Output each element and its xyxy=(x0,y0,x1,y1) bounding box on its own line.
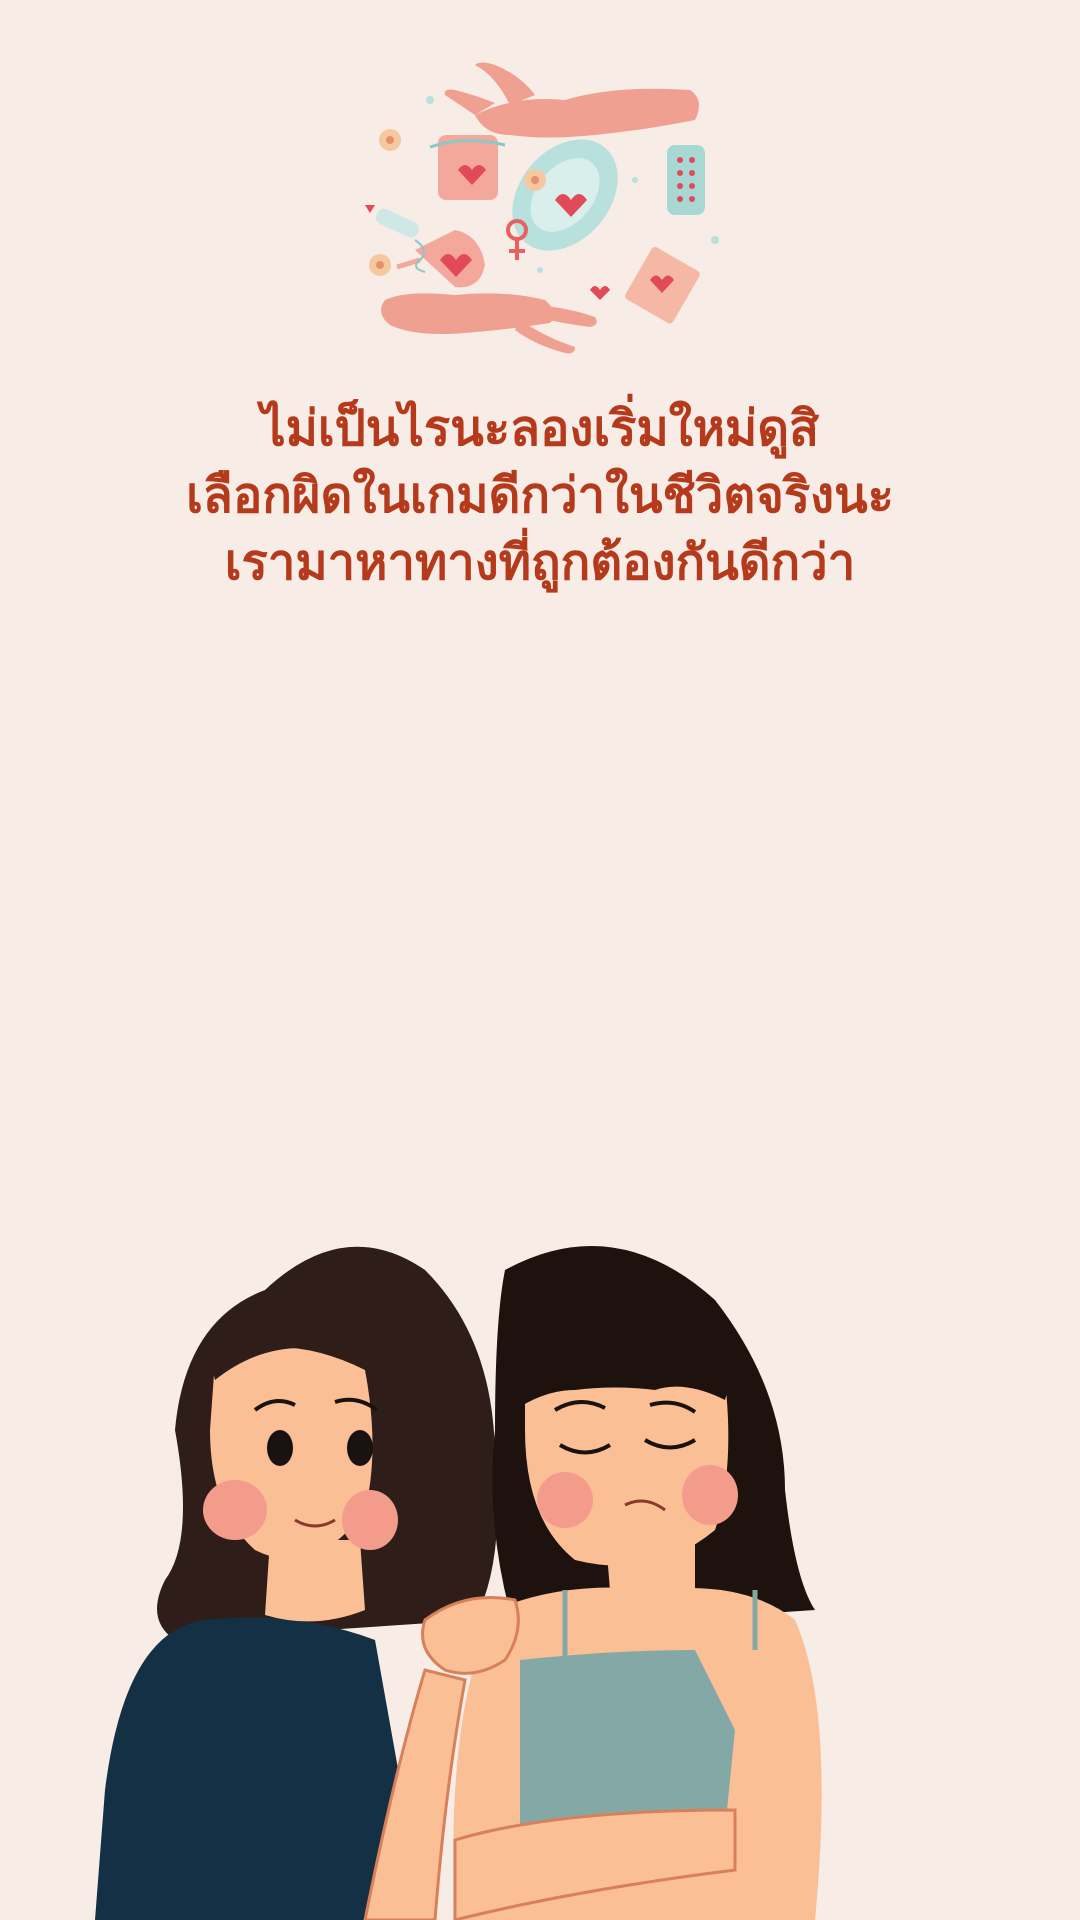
bottom-hand-icon xyxy=(381,293,597,354)
wrapper-icon xyxy=(625,246,700,324)
message-line-2: เลือกผิดในเกมดีกว่าในชีวิตจริงนะ xyxy=(186,467,894,524)
right-woman xyxy=(453,1246,822,1920)
encouragement-message: ไม่เป็นไรนะลองเริ่มใหม่ดูสิ เลือกผิดในเก… xyxy=(0,395,1080,596)
pad-icon xyxy=(512,139,618,251)
top-hand-icon xyxy=(444,62,699,138)
two-women-illustration xyxy=(95,1246,822,1920)
menstrual-products-illustration xyxy=(365,62,719,354)
pouch-icon xyxy=(429,135,506,200)
heart-icon xyxy=(590,286,610,300)
message-line-3: เรามาหาทางที่ถูกต้องกันดีกว่า xyxy=(224,534,856,591)
menstrual-cup-icon xyxy=(396,230,485,288)
message-line-1: ไม่เป็นไรนะลองเริ่มใหม่ดูสิ xyxy=(260,400,820,457)
pill-strip-icon xyxy=(667,145,705,215)
